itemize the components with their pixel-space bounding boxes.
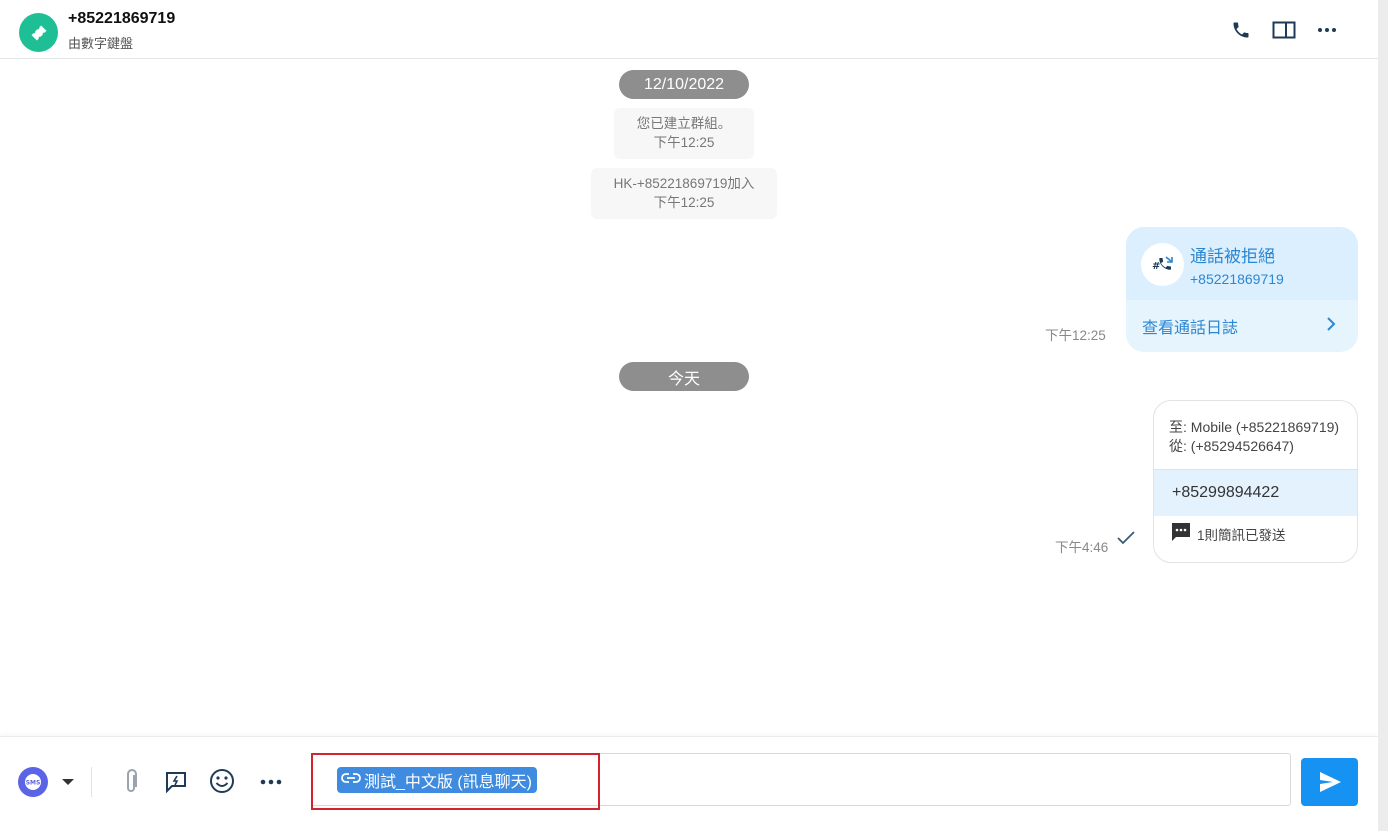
check-icon: [1116, 530, 1136, 546]
quick-reply-icon[interactable]: [162, 768, 190, 796]
message-time: 下午4:46: [1055, 540, 1109, 555]
date-divider: 12/10/2022: [619, 70, 749, 99]
svg-text:SMS: SMS: [26, 780, 41, 787]
message-status: 1則簡訊已發送: [1197, 528, 1286, 543]
system-message: HK-+85221869719加入 下午12:25: [591, 168, 777, 219]
message-bubble-icon: [1170, 521, 1192, 543]
rejected-call-icon: #: [1141, 243, 1184, 286]
outbound-message-card[interactable]: 至: Mobile (+85221869719) 從: (+8529452664…: [1153, 400, 1358, 563]
chevron-right-icon[interactable]: [1322, 313, 1340, 335]
dropdown-icon[interactable]: [58, 773, 78, 791]
system-message-text: 您已建立群組。: [636, 116, 732, 131]
contact-name: +85221869719: [68, 10, 176, 27]
recipient-row: +85299894422: [1154, 470, 1357, 516]
conversation-header: +85221869719 由數字鍵盤: [0, 0, 1378, 59]
call-number: +85221869719: [1190, 271, 1284, 287]
date-divider: 今天: [619, 362, 749, 391]
more-horizontal-icon[interactable]: [1314, 17, 1340, 43]
recipient-number: +85299894422: [1172, 484, 1280, 501]
from-line: 從: (+85294526647): [1169, 438, 1294, 454]
chat-window: +85221869719 由數字鍵盤 12/10/2022 您已建立群組。 下午…: [0, 0, 1378, 831]
paperclip-icon[interactable]: [118, 767, 144, 797]
highlight-box: [311, 753, 600, 810]
scrollbar-gutter: [1378, 0, 1388, 831]
message-list[interactable]: 12/10/2022 您已建立群組。 下午12:25 HK-+852218697…: [0, 60, 1378, 736]
ticket-icon[interactable]: [19, 13, 58, 52]
contact-subtitle: 由數字鍵盤: [68, 36, 134, 51]
emoji-icon[interactable]: [208, 767, 236, 795]
message-composer: SMS 測試_中文版 (訊息聊天): [0, 736, 1378, 831]
send-icon: [1319, 772, 1341, 792]
to-line: 至: Mobile (+85221869719): [1169, 419, 1340, 435]
send-button[interactable]: [1301, 758, 1358, 806]
system-message-text: HK-+85221869719加入: [613, 176, 755, 191]
split-view-icon[interactable]: [1271, 17, 1297, 43]
call-status-title: 通話被拒絕: [1190, 247, 1275, 266]
view-call-log-link[interactable]: 查看通話日誌: [1142, 314, 1238, 338]
message-time: 下午12:25: [1045, 328, 1106, 343]
system-message-time: 下午12:25: [653, 195, 715, 210]
svg-text:#: #: [1152, 261, 1160, 272]
sms-icon[interactable]: SMS: [18, 767, 48, 797]
system-message-time: 下午12:25: [653, 135, 715, 150]
toolbar-divider: [91, 767, 92, 797]
more-horizontal-icon[interactable]: [258, 769, 284, 795]
phone-icon[interactable]: [1228, 17, 1254, 43]
call-log-card[interactable]: # 通話被拒絕 +85221869719 查看通話日誌: [1126, 227, 1358, 352]
system-message: 您已建立群組。 下午12:25: [614, 108, 754, 159]
